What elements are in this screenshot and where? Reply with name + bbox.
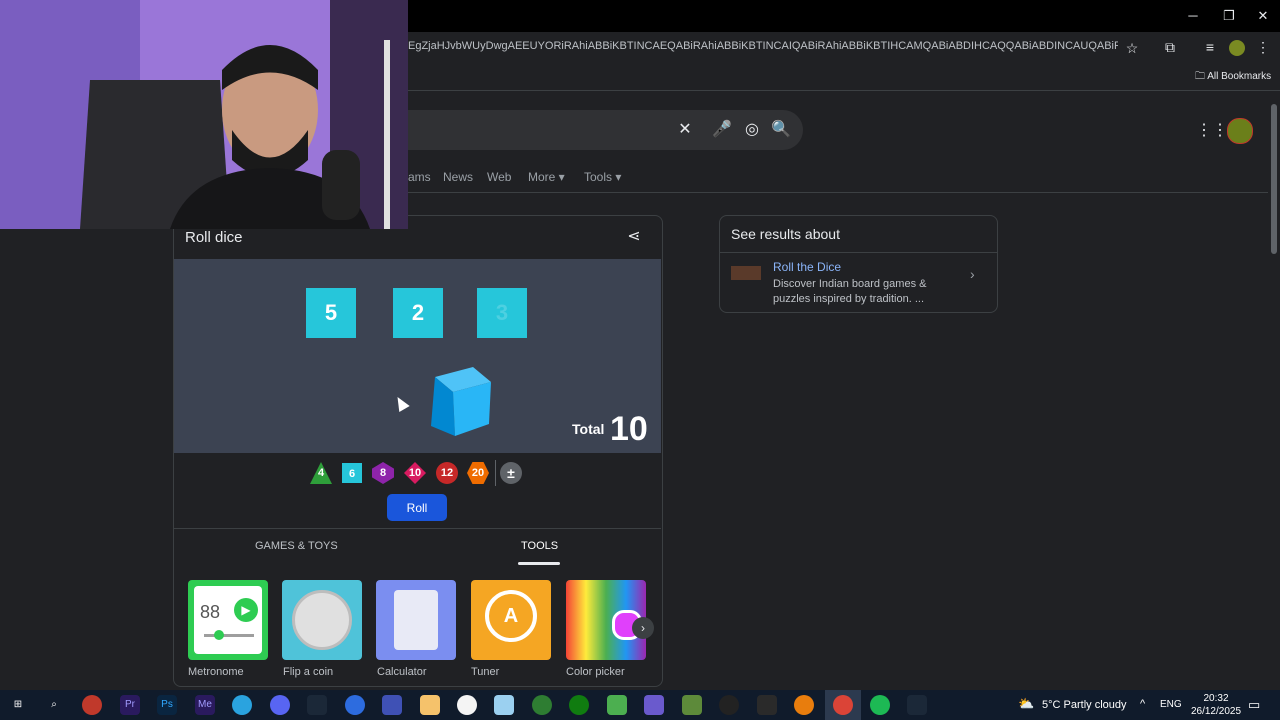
chevron-right-icon[interactable]: ›: [970, 266, 975, 282]
tool-label-calculator: Calculator: [377, 666, 427, 678]
tuner-icon: A: [485, 590, 537, 642]
notifications-icon[interactable]: ▭: [1248, 697, 1260, 713]
extensions-icon[interactable]: ⧉: [1162, 39, 1178, 56]
app-icon-v[interactable]: [345, 695, 365, 715]
language-indicator[interactable]: ENG: [1160, 699, 1182, 710]
tab-news[interactable]: News: [443, 170, 473, 184]
bookmark-star-icon[interactable]: ☆: [1124, 40, 1140, 57]
modifier-button[interactable]: ±: [500, 462, 522, 484]
app-icon-edge[interactable]: [532, 695, 552, 715]
search-icon[interactable]: 🔍: [771, 120, 791, 140]
roll-the-dice-link[interactable]: Roll the Dice: [773, 260, 841, 274]
app-icon-chart[interactable]: [382, 695, 402, 715]
share-icon[interactable]: ⋖: [624, 226, 644, 246]
panel-divider: [719, 252, 997, 253]
die-result-3: 3: [477, 288, 527, 338]
google-apps-icon[interactable]: ⋮⋮: [1196, 120, 1228, 140]
rolling-die-cube: [431, 367, 491, 436]
app-icon-folder[interactable]: [420, 695, 440, 715]
chrome-icon[interactable]: [833, 695, 853, 715]
roll-the-dice-thumbnail: [731, 266, 761, 280]
clock-date[interactable]: 26/12/2025: [1186, 706, 1246, 717]
tempo-slider-handle: [214, 630, 224, 640]
app-icon-1[interactable]: [82, 695, 102, 715]
scrollbar-thumb[interactable]: [1271, 104, 1277, 254]
tab-tools[interactable]: Tools ▾: [584, 170, 621, 184]
die-type-separator: [495, 460, 496, 486]
weather-text[interactable]: 5°C Partly cloudy: [1042, 699, 1127, 711]
tab-web[interactable]: Web: [487, 170, 511, 184]
telegram-icon[interactable]: [232, 695, 252, 715]
metronome-display: 88 ▶: [194, 586, 262, 654]
steam-icon[interactable]: [307, 695, 327, 715]
discord-icon[interactable]: [270, 695, 290, 715]
all-bookmarks-folder[interactable]: 🗀 All Bookmarks: [1195, 69, 1271, 86]
restore-button[interactable]: ❐: [1212, 6, 1246, 26]
see-results-title: See results about: [731, 226, 840, 242]
tab-tools-active[interactable]: TOOLS: [521, 540, 558, 552]
coin-icon: [292, 590, 352, 650]
flip-coin-tile[interactable]: [282, 580, 362, 660]
gamepad-icon[interactable]: [644, 695, 664, 715]
minimize-button[interactable]: ─: [1176, 6, 1210, 26]
close-window-button[interactable]: ✕: [1246, 6, 1280, 26]
weather-icon[interactable]: ⛅: [1018, 696, 1034, 712]
clear-search-icon[interactable]: ✕: [675, 120, 695, 140]
tab-images-partial[interactable]: ams: [408, 170, 431, 184]
metronome-bpm: 88: [200, 602, 221, 622]
xbox-icon[interactable]: [569, 695, 589, 715]
profile-avatar[interactable]: [1229, 40, 1245, 56]
card-title: Roll dice: [185, 229, 243, 246]
tool-label-color-picker: Color picker: [566, 666, 625, 678]
roll-button[interactable]: Roll: [387, 494, 447, 521]
d12-button[interactable]: 12: [436, 462, 458, 484]
tool-label-tuner: Tuner: [471, 666, 500, 678]
d6-button[interactable]: 6: [342, 463, 362, 483]
account-avatar[interactable]: [1227, 118, 1253, 144]
app-icon-notes[interactable]: [494, 695, 514, 715]
address-bar[interactable]: EgZjaHJvbWUyDwgAEEUYORiRAhiABBiKBTINCAEQ…: [408, 40, 1118, 52]
play-icon: ▶: [234, 598, 258, 622]
steam-icon-2[interactable]: [907, 695, 927, 715]
chrome-menu-icon[interactable]: ⋮: [1256, 39, 1270, 56]
calculator-tile[interactable]: [376, 580, 456, 660]
blender-icon[interactable]: [794, 695, 814, 715]
roll-the-dice-description: Discover Indian board games & puzzles in…: [773, 278, 927, 305]
app-icon-android[interactable]: [607, 695, 627, 715]
spotify-icon[interactable]: [870, 695, 890, 715]
media-encoder-icon[interactable]: Me: [195, 695, 215, 715]
app-icon-ring[interactable]: [457, 695, 477, 715]
metronome-tile[interactable]: 88 ▶: [188, 580, 268, 660]
tool-label-metronome: Metronome: [188, 666, 244, 678]
tab-games-and-toys[interactable]: GAMES & TOYS: [255, 540, 338, 552]
mic-icon[interactable]: 🎤: [712, 120, 732, 140]
tuner-tile[interactable]: A: [471, 580, 551, 660]
premiere-icon[interactable]: Pr: [120, 695, 140, 715]
calculator-icon: [394, 590, 438, 650]
webcam-overlay: [0, 0, 408, 229]
tempo-slider-track: [204, 634, 254, 637]
windows-start-icon[interactable]: ⊞: [8, 695, 28, 715]
die-result-2: 2: [393, 288, 443, 338]
total-label: Total: [572, 421, 605, 437]
card-tabs-divider: [174, 528, 661, 529]
tab-more[interactable]: More ▾: [528, 170, 565, 184]
epic-games-icon[interactable]: [757, 695, 777, 715]
clock-time[interactable]: 20:32: [1196, 693, 1236, 704]
die-result-1: 5: [306, 288, 356, 338]
chevron-up-icon[interactable]: ^: [1140, 698, 1145, 710]
lens-icon[interactable]: ◎: [742, 120, 762, 140]
total-value: 10: [610, 410, 648, 448]
active-tab-indicator: [518, 562, 560, 565]
media-control-icon[interactable]: ≡: [1202, 39, 1218, 55]
minecraft-icon[interactable]: [682, 695, 702, 715]
carousel-next-icon[interactable]: ›: [632, 617, 654, 639]
webcam-feed-image: [0, 0, 408, 229]
search-taskbar-icon[interactable]: ⌕: [44, 695, 64, 715]
tool-label-flip-coin: Flip a coin: [283, 666, 334, 678]
photoshop-icon[interactable]: Ps: [157, 695, 177, 715]
unreal-icon[interactable]: [719, 695, 739, 715]
folder-icon: 🗀: [1195, 71, 1208, 82]
